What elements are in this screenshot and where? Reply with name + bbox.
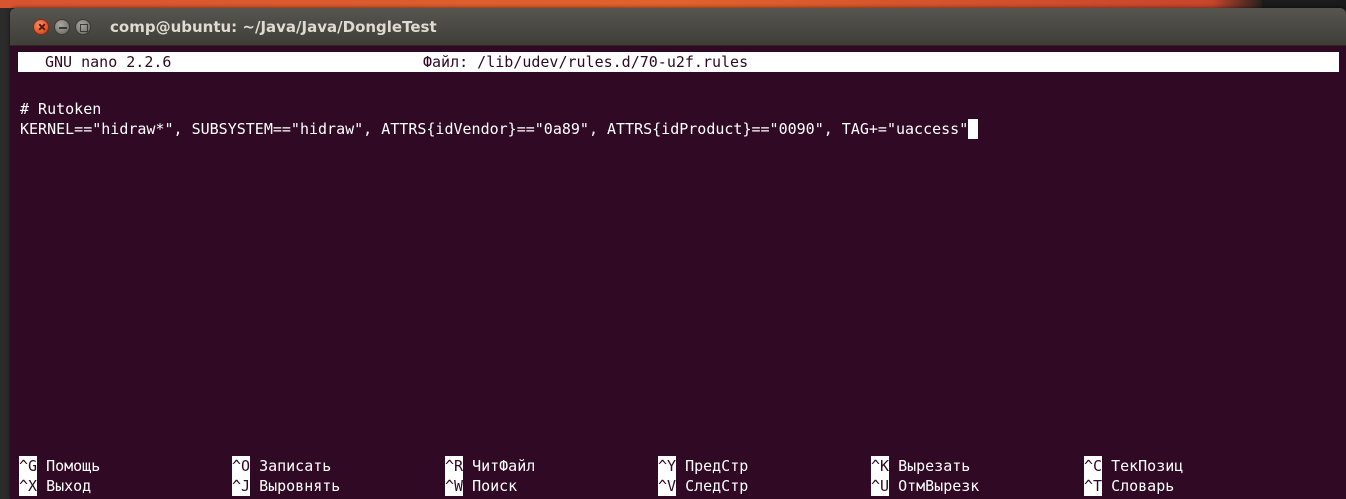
editor-line-text: KERNEL=="hidraw*", SUBSYSTEM=="hidraw", …	[20, 120, 969, 138]
shortcut-label: Помощь	[46, 457, 101, 475]
minimize-icon[interactable]	[54, 19, 70, 35]
shortcut-next-page[interactable]: ^V СледСтр	[658, 476, 748, 496]
shortcut-exit[interactable]: ^X Выход	[19, 476, 91, 496]
shortcut-to-spell[interactable]: ^T Словарь	[1084, 476, 1174, 496]
terminal-content[interactable]: GNU nano 2.2.6 Файл: /lib/udev/rules.d/7…	[10, 46, 1346, 499]
shortcut-key: ^Y	[658, 456, 677, 476]
close-icon[interactable]	[33, 19, 49, 35]
window-title: comp@ubuntu: ~/Java/Java/DongleTest	[110, 18, 437, 36]
shortcut-key: ^J	[232, 476, 251, 496]
shortcut-label: Словарь	[1111, 477, 1175, 495]
terminal-window: comp@ubuntu: ~/Java/Java/DongleTest GNU …	[10, 8, 1346, 499]
shortcut-label: Записать	[259, 457, 332, 475]
desktop-background-strip	[0, 0, 1346, 8]
shortcut-label: Выровнять	[259, 477, 341, 495]
shortcut-key: ^C	[1084, 456, 1103, 476]
shortcut-cut-text[interactable]: ^K Вырезать	[871, 456, 970, 476]
nano-version: GNU nano 2.2.6	[45, 53, 172, 71]
shortcut-key: ^U	[871, 476, 890, 496]
shortcut-uncut-text[interactable]: ^U ОтмВырезк	[871, 476, 979, 496]
text-cursor	[968, 119, 979, 139]
editor-line[interactable]: KERNEL=="hidraw*", SUBSYSTEM=="hidraw", …	[20, 119, 979, 139]
shortcut-key: ^T	[1084, 476, 1103, 496]
shortcut-key: ^W	[445, 476, 464, 496]
shortcut-key: ^V	[658, 476, 677, 496]
shortcut-label: ПредСтр	[685, 457, 749, 475]
shortcut-cur-pos[interactable]: ^C ТекПозиц	[1084, 456, 1183, 476]
shortcut-key: ^X	[19, 476, 38, 496]
shortcut-key: ^R	[445, 456, 464, 476]
shortcut-label: ТекПозиц	[1111, 457, 1184, 475]
shortcut-key: ^O	[232, 456, 251, 476]
nano-file-name: Файл: /lib/udev/rules.d/70-u2f.rules	[423, 53, 749, 71]
maximize-icon[interactable]	[75, 19, 91, 35]
shortcut-read-file[interactable]: ^R ЧитФайл	[445, 456, 535, 476]
shortcut-label: СледСтр	[685, 477, 749, 495]
shortcut-key: ^K	[871, 456, 890, 476]
shortcut-write-out[interactable]: ^O Записать	[232, 456, 331, 476]
nano-header-bar: GNU nano 2.2.6 Файл: /lib/udev/rules.d/7…	[18, 52, 1339, 72]
shortcut-key: ^G	[19, 456, 38, 476]
shortcut-label: ЧитФайл	[472, 457, 536, 475]
window-titlebar[interactable]: comp@ubuntu: ~/Java/Java/DongleTest	[10, 8, 1346, 46]
shortcut-help[interactable]: ^G Помощь	[19, 456, 100, 476]
shortcut-label: Вырезать	[898, 457, 971, 475]
shortcut-prev-page[interactable]: ^Y ПредСтр	[658, 456, 748, 476]
shortcut-label: Поиск	[472, 477, 518, 495]
editor-line-text: # Rutoken	[20, 100, 102, 118]
editor-line[interactable]: # Rutoken	[20, 99, 101, 119]
shortcut-label: Выход	[46, 477, 92, 495]
shortcut-label: ОтмВырезк	[898, 477, 980, 495]
shortcut-where-is[interactable]: ^W Поиск	[445, 476, 517, 496]
shortcut-justify[interactable]: ^J Выровнять	[232, 476, 340, 496]
